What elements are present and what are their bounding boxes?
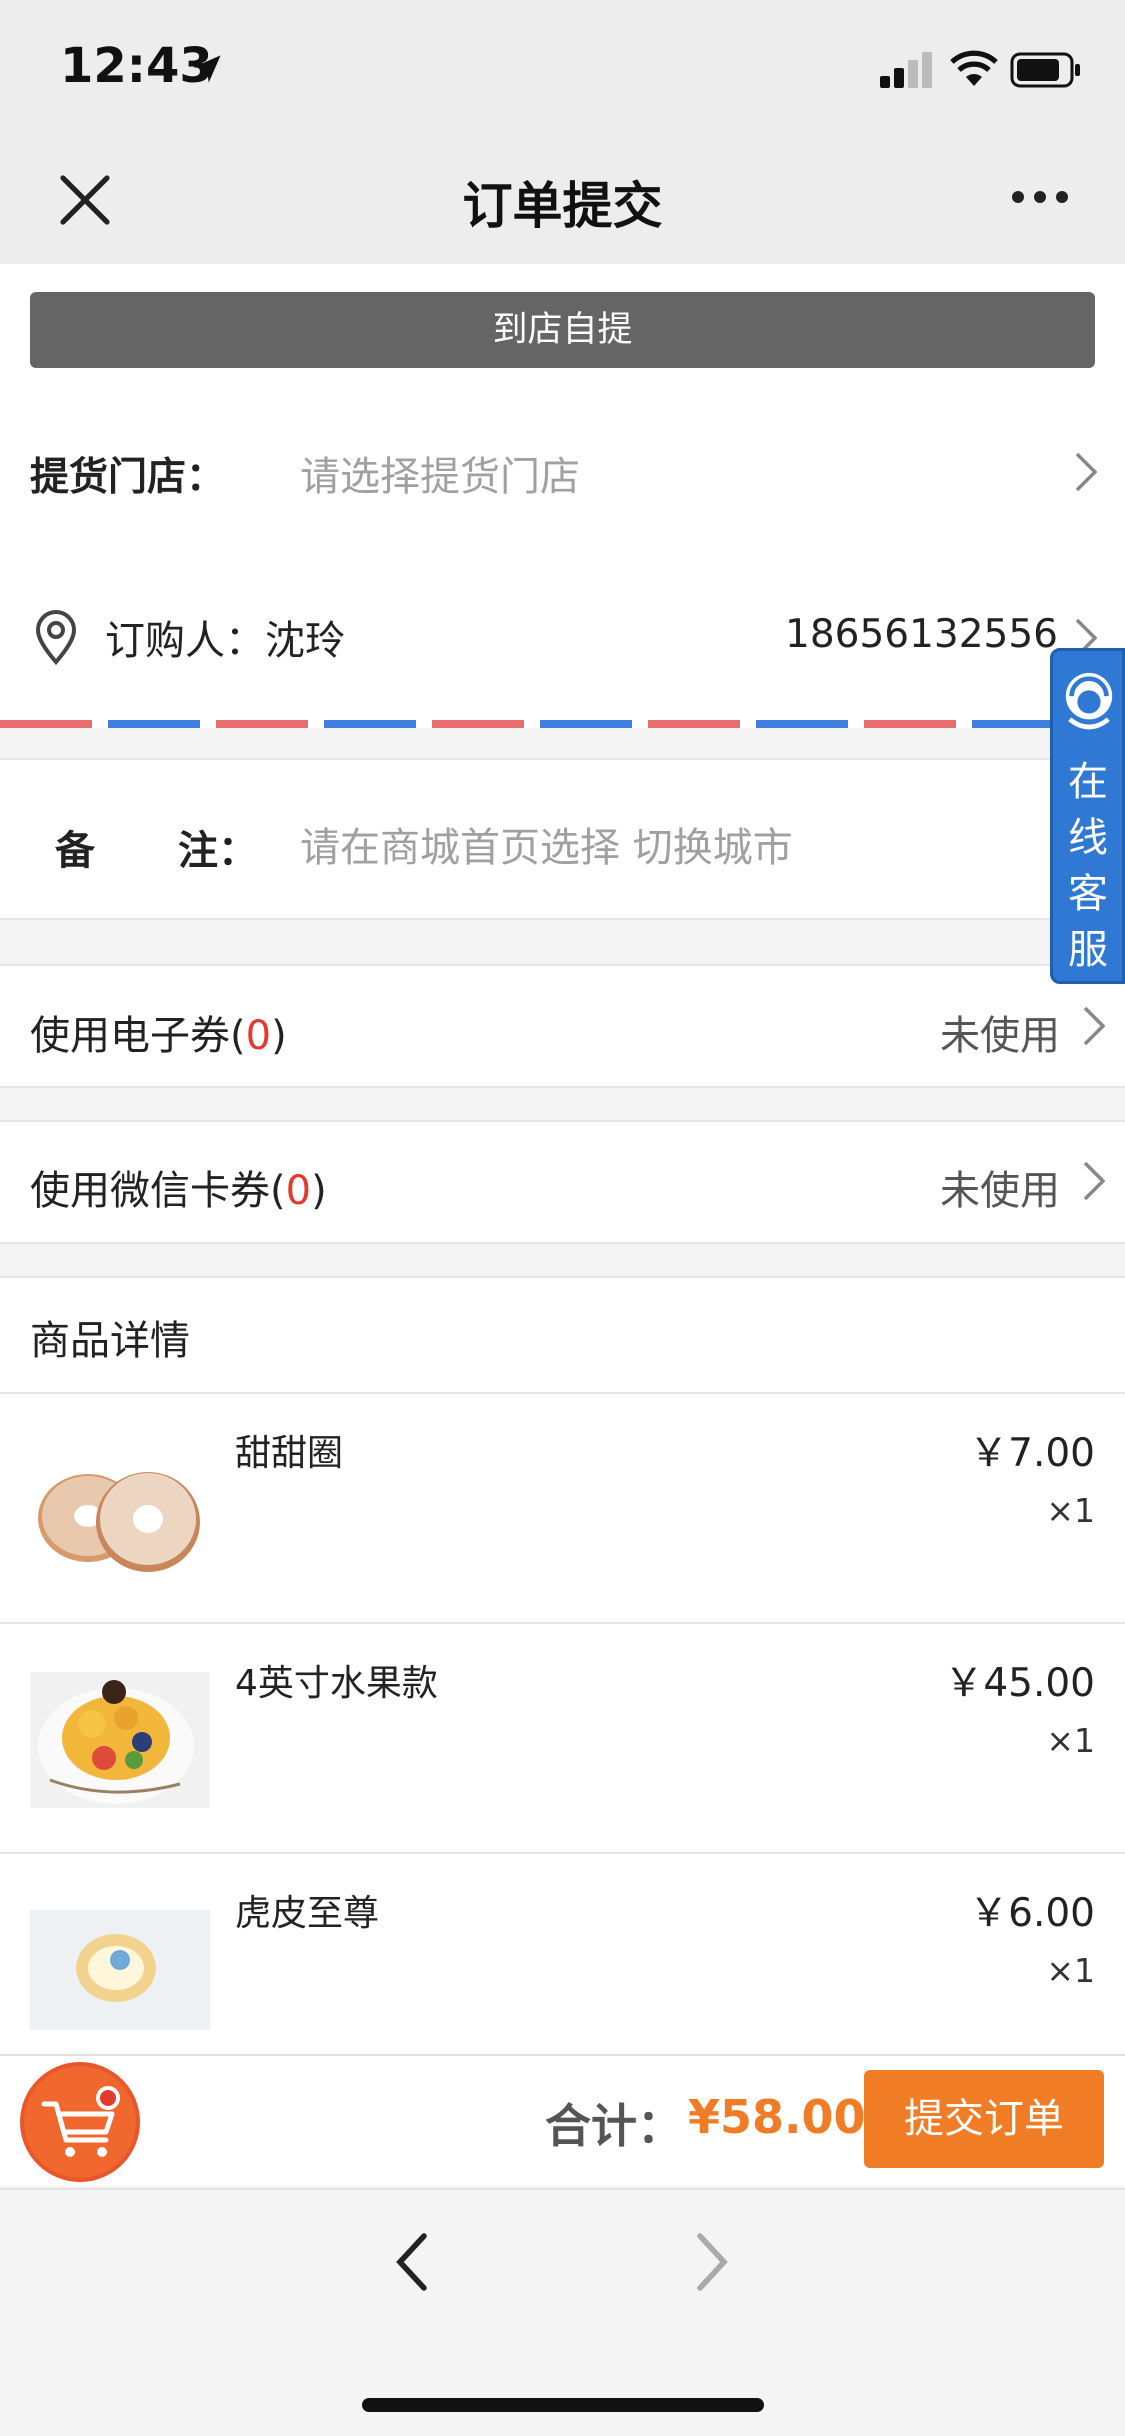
- divider: [0, 1120, 1125, 1122]
- pickup-mode-button[interactable]: 到店自提: [30, 292, 1095, 368]
- product-name[interactable]: 甜甜圈: [235, 1424, 343, 1476]
- buyer-phone[interactable]: 18656132556: [785, 612, 1058, 657]
- page-title: 订单提交: [462, 177, 663, 235]
- store-label: 提货门店：: [30, 455, 226, 500]
- e-coupon-suffix: ): [271, 1013, 287, 1059]
- wifi-icon: [950, 50, 998, 86]
- section-gap: [0, 728, 1125, 758]
- total-amount: ¥58.00: [688, 2090, 866, 2144]
- section-gap: [0, 920, 1125, 964]
- buyer-name[interactable]: 订购人：沈玲: [105, 608, 345, 666]
- product-qty: ×1: [1046, 1721, 1095, 1760]
- total-label: 合计：: [545, 2099, 683, 2153]
- product-price: ￥6.00: [969, 1891, 1095, 1936]
- section-gap: [0, 1088, 1125, 1120]
- wechat-coupon-count: 0: [285, 1168, 312, 1214]
- home-indicator[interactable]: [362, 2398, 764, 2412]
- battery-icon: [1010, 52, 1080, 88]
- more-icon[interactable]: [1010, 185, 1070, 209]
- submit-order-button[interactable]: 提交订单: [864, 2070, 1104, 2168]
- chevron-right-icon[interactable]: [1075, 452, 1097, 492]
- forward-icon[interactable]: [692, 2232, 732, 2292]
- e-coupon-label: 使用电子券(: [30, 1013, 246, 1059]
- divider: [0, 1622, 1125, 1624]
- note-label-suffix: 注：: [178, 828, 258, 874]
- product-price: ￥45.00: [944, 1661, 1095, 1706]
- product-name[interactable]: 虎皮至尊: [235, 1884, 379, 1936]
- product-image-fruit-cake[interactable]: [30, 1672, 210, 1808]
- back-icon[interactable]: [392, 2232, 432, 2292]
- wechat-coupon-label: 使用微信卡券(: [30, 1168, 286, 1214]
- product-qty: ×1: [1046, 1491, 1095, 1530]
- note-label: 备: [55, 828, 95, 874]
- goods-title: 商品详情: [30, 1318, 190, 1364]
- address-divider: [0, 720, 1125, 728]
- store-select[interactable]: 请选择提货门店: [300, 444, 580, 502]
- divider: [0, 964, 1125, 966]
- e-coupon-row[interactable]: 使用电子券(0): [30, 1003, 287, 1061]
- e-coupon-count: 0: [245, 1013, 272, 1059]
- divider: [0, 1392, 1125, 1394]
- divider: [0, 758, 1125, 760]
- chevron-right-icon[interactable]: [1083, 1006, 1105, 1046]
- location-arrow-icon: [193, 55, 221, 83]
- customer-service-label: 在线客服: [1068, 759, 1108, 973]
- location-pin-icon: [35, 610, 77, 666]
- product-name[interactable]: 4英寸水果款: [235, 1654, 438, 1706]
- headset-icon: [1065, 672, 1113, 730]
- section-gap: [0, 1244, 1125, 1276]
- product-price: ￥7.00: [969, 1431, 1095, 1476]
- wechat-coupon-suffix: ): [311, 1168, 327, 1214]
- wechat-coupon-state[interactable]: 未使用: [940, 1158, 1060, 1216]
- note-input[interactable]: 请在商城首页选择 切换城市: [300, 815, 793, 873]
- chevron-right-icon[interactable]: [1083, 1161, 1105, 1201]
- product-image-donut[interactable]: [30, 1446, 210, 1586]
- product-qty: ×1: [1046, 1951, 1095, 1990]
- wechat-coupon-row[interactable]: 使用微信卡券(0): [30, 1158, 327, 1216]
- e-coupon-state[interactable]: 未使用: [940, 1003, 1060, 1061]
- cart-icon[interactable]: [14, 2056, 146, 2188]
- product-image-swiss-roll[interactable]: [30, 1910, 210, 2030]
- divider: [0, 1852, 1125, 1854]
- signal-icon: [880, 52, 932, 88]
- divider: [0, 1276, 1125, 1278]
